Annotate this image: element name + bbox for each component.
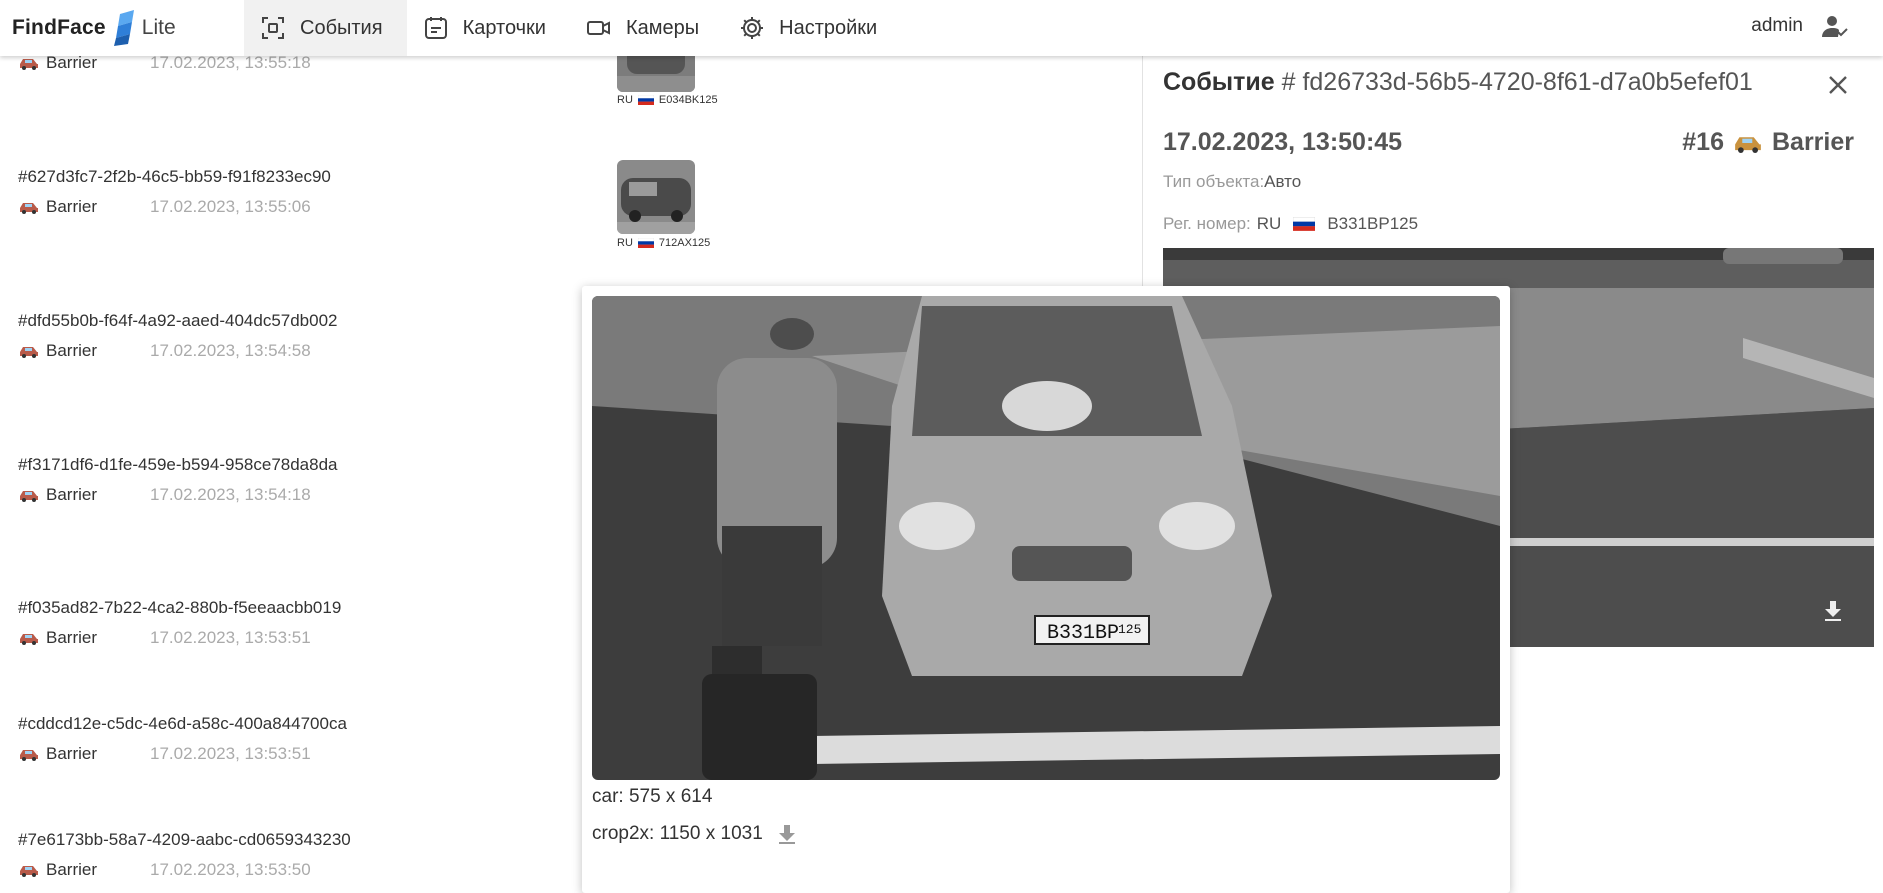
camera-name: Barrier (46, 744, 98, 763)
ru-flag-icon (637, 95, 654, 105)
crop-size-line: crop2x: 1150 x 1031 (592, 822, 799, 846)
camera-name: Barrier (46, 628, 98, 647)
user-check-icon (1822, 16, 1848, 37)
tab-settings-label: Настройки (779, 16, 878, 39)
close-icon[interactable] (1821, 68, 1855, 102)
plate-country: RU (1256, 214, 1282, 233)
object-type: Тип объекта:Авто (1163, 172, 1301, 192)
plate-number: 712AX125 (658, 237, 711, 249)
camera-number: #16 (1682, 128, 1724, 156)
camera-name: Barrier (46, 341, 98, 360)
camera-name: Barrier (46, 485, 98, 504)
tab-events[interactable]: События (244, 0, 407, 56)
camera-name: Barrier (46, 860, 98, 879)
camera-name: Barrier (46, 197, 98, 216)
top-navigation: FindFace Lite События Карточки Камеры На… (0, 0, 1883, 56)
event-time: 17.02.2023, 13:54:18 (150, 485, 311, 504)
list-item[interactable]: #cddcd12e-c5dc-4e6d-a58c-400a844700ca Ba… (18, 713, 347, 765)
plate-country: RU (617, 94, 633, 106)
ru-flag-icon (637, 238, 654, 248)
car-icon (20, 203, 38, 214)
detail-title-label: Событие (1163, 68, 1275, 96)
tab-cards-label: Карточки (462, 16, 546, 39)
app-logo[interactable]: FindFace Lite (12, 8, 176, 48)
car-icon (20, 347, 38, 358)
list-item[interactable]: #dfd55b0b-f64f-4a92-aaed-404dc57db002 Ba… (18, 310, 338, 362)
crop-size-text: crop2x: 1150 x 1031 (592, 823, 763, 844)
tab-events-label: События (300, 16, 383, 39)
gear-icon (741, 17, 764, 39)
main-nav: События Карточки Камеры Настройки (244, 0, 901, 56)
logo-text: FindFace (12, 16, 106, 39)
object-type-label: Тип объекта: (1163, 172, 1265, 191)
plate-region: 125 (1118, 622, 1141, 637)
list-item[interactable]: #7e6173bb-58a7-4209-aabc-cd0659343230 Ba… (18, 829, 351, 881)
list-item[interactable]: #f3171df6-d1fe-459e-b594-958ce78da8da Ba… (18, 454, 338, 506)
event-time: 17.02.2023, 13:55:06 (150, 197, 311, 216)
car-size-text: car: 575 x 614 (592, 786, 713, 807)
registration-number: Рег. номер: RU В331ВР125 (1163, 214, 1418, 234)
object-type-value: Авто (1264, 172, 1302, 191)
car-icon (20, 491, 38, 502)
event-id[interactable]: #f3171df6-d1fe-459e-b594-958ce78da8da (18, 454, 338, 476)
plate-caption: RU E034BK125 (617, 94, 718, 106)
cards-icon (424, 17, 447, 39)
user-menu[interactable]: admin (1751, 0, 1849, 52)
event-id[interactable]: #627d3fc7-2f2b-46c5-bb59-f91f8233ec90 (18, 166, 331, 188)
events-icon (262, 17, 284, 39)
plate-caption: RU 712AX125 (617, 237, 710, 249)
detail-event-id[interactable]: # fd26733d-56b5-4720-8f61-d7a0b5efef01 (1282, 68, 1753, 96)
detail-camera[interactable]: #16 Barrier (1682, 128, 1854, 157)
detail-datetime: 17.02.2023, 13:50:45 (1163, 128, 1403, 156)
car-icon (20, 750, 38, 761)
event-id[interactable]: #cddcd12e-c5dc-4e6d-a58c-400a844700ca (18, 713, 347, 735)
car-icon (20, 59, 38, 70)
detail-title: Событие # fd26733d-56b5-4720-8f61-d7a0b5… (1163, 68, 1753, 97)
event-time: 17.02.2023, 13:53:51 (150, 744, 311, 763)
plate-number: E034BK125 (658, 94, 718, 106)
event-id[interactable]: #7e6173bb-58a7-4209-aabc-cd0659343230 (18, 829, 351, 851)
tab-cameras[interactable]: Камеры (570, 0, 723, 56)
event-time: 17.02.2023, 13:53:51 (150, 628, 311, 647)
tab-cards[interactable]: Карточки (407, 0, 570, 56)
car-crop-picture: В331ВР 125 (592, 296, 1500, 780)
username: admin (1751, 15, 1803, 36)
car-thumbnail-image (617, 160, 695, 234)
logo-mark-icon (113, 10, 134, 46)
plate-number: В331ВР125 (1327, 214, 1419, 233)
plate-country: RU (617, 237, 633, 249)
camera-icon (586, 21, 610, 35)
list-item[interactable]: #f035ad82-7b22-4ca2-880b-f5eeaacbb019 Ba… (18, 597, 341, 649)
tab-settings[interactable]: Настройки (723, 0, 901, 56)
event-thumbnail[interactable] (617, 160, 695, 234)
tab-cameras-label: Камеры (625, 16, 700, 39)
car-icon (20, 866, 38, 877)
ru-flag-icon (1293, 217, 1316, 231)
download-icon[interactable] (1820, 598, 1846, 624)
car-icon (20, 634, 38, 645)
list-item[interactable]: #627d3fc7-2f2b-46c5-bb59-f91f8233ec90 Ba… (18, 166, 331, 218)
event-id[interactable]: #f035ad82-7b22-4ca2-880b-f5eeaacbb019 (18, 597, 341, 619)
car-size-line: car: 575 x 614 (592, 786, 712, 808)
car-icon (1735, 136, 1761, 153)
plate-label: Рег. номер: (1163, 214, 1251, 233)
event-time: 17.02.2023, 13:54:58 (150, 341, 311, 360)
plate-text: В331ВР (1047, 622, 1119, 645)
event-id[interactable]: #dfd55b0b-f64f-4a92-aaed-404dc57db002 (18, 310, 338, 332)
camera-name: Barrier (1772, 128, 1854, 156)
car-crop-image[interactable]: В331ВР 125 (592, 296, 1500, 780)
download-icon[interactable] (775, 822, 799, 846)
preview-popup: В331ВР 125 car: 575 x 614 crop2x: 1150 x… (582, 286, 1510, 893)
event-time: 17.02.2023, 13:53:50 (150, 860, 311, 879)
logo-suffix: Lite (141, 16, 176, 39)
